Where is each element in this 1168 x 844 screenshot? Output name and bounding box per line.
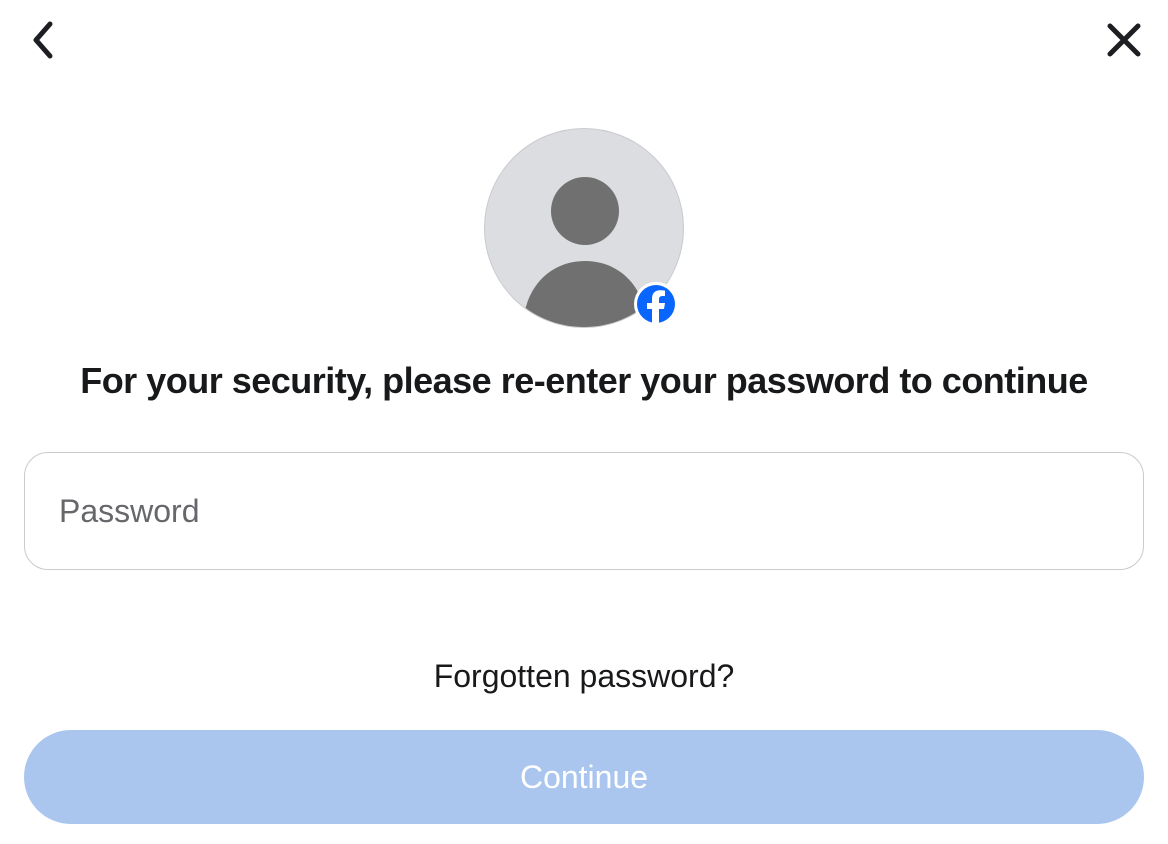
security-heading: For your security, please re-enter your … [80,360,1088,402]
continue-button[interactable]: Continue [24,730,1144,824]
platform-badge [634,282,678,326]
main-content: For your security, please re-enter your … [0,120,1168,695]
chevron-left-icon [30,20,58,60]
header [0,0,1168,80]
back-button[interactable] [24,20,64,60]
close-button[interactable] [1104,20,1144,60]
facebook-icon [637,285,675,323]
avatar-container [484,128,684,328]
forgot-password-link[interactable]: Forgotten password? [434,658,735,695]
password-input[interactable] [24,452,1144,570]
close-icon [1106,22,1142,58]
